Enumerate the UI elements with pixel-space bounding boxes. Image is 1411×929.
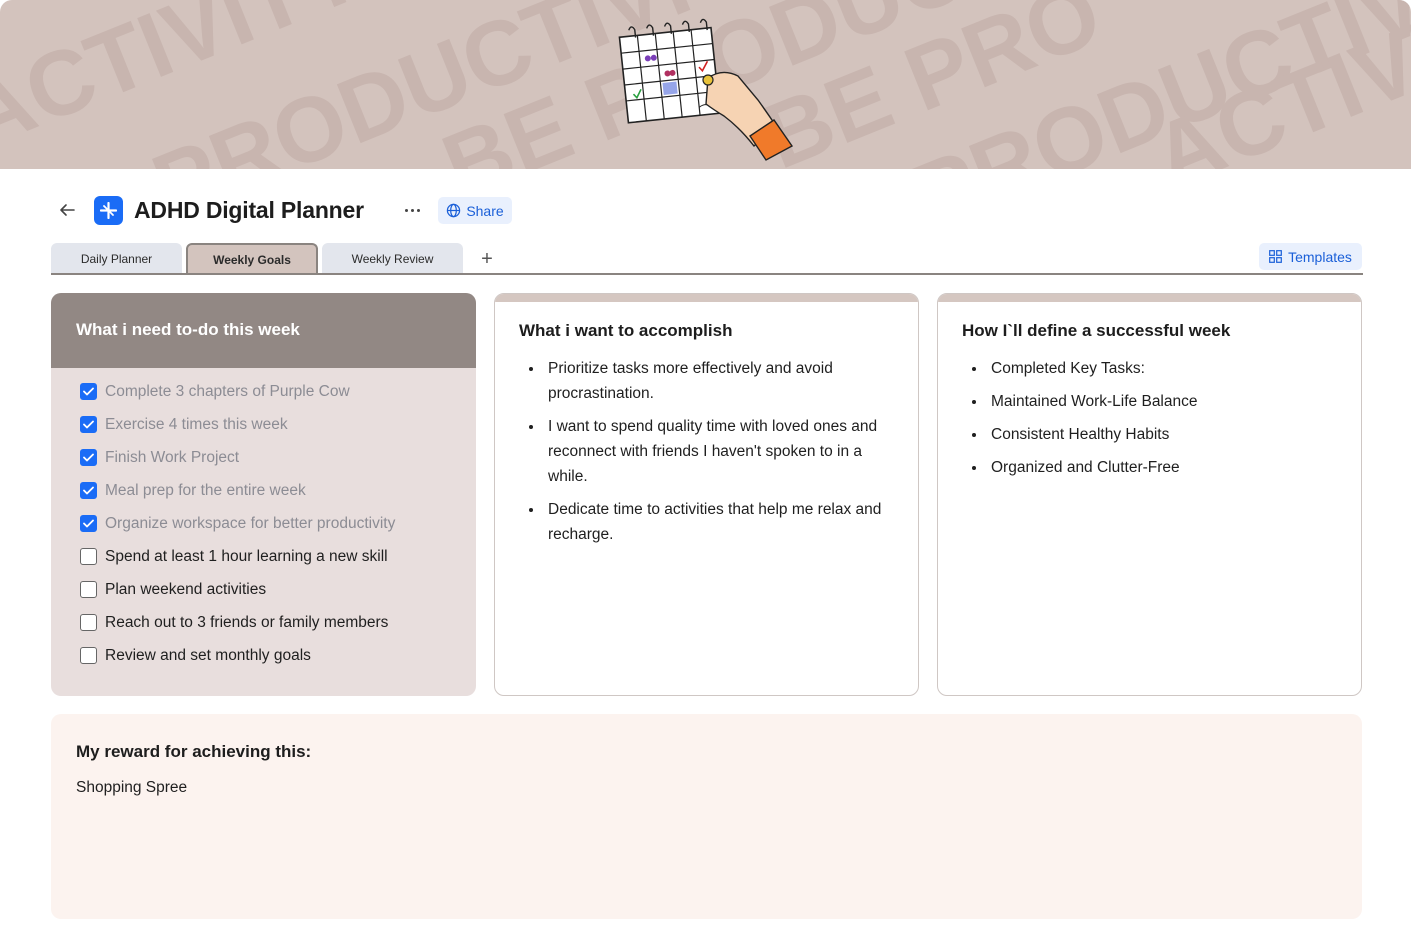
todo-card: What i need to-do this week Complete 3 c… [51,293,476,696]
reward-section: My reward for achieving this: Shopping S… [51,714,1362,919]
checkbox-unchecked[interactable] [80,581,97,598]
todo-item[interactable]: Review and set monthly goals [51,639,476,672]
checkbox-checked[interactable] [80,482,97,499]
globe-icon [447,203,461,218]
share-label: Share [466,202,504,219]
reward-text[interactable]: Shopping Spree [76,779,187,797]
check-icon [83,519,94,528]
checkbox-checked[interactable] [80,515,97,532]
tab-weekly-goals[interactable]: Weekly Goals [186,243,318,274]
todo-item[interactable]: Complete 3 chapters of Purple Cow [51,375,476,408]
more-options-button[interactable] [400,200,424,220]
todo-item-text: Reach out to 3 friends or family members [105,613,389,631]
reward-title: My reward for achieving this: [76,742,312,761]
dot [410,208,414,212]
accomplish-card: What i want to accomplish Prioritize tas… [494,293,919,696]
sparkle-icon [100,202,117,219]
todo-item[interactable]: Spend at least 1 hour learning a new ski… [51,540,476,573]
todo-card-title: What i need to-do this week [51,293,476,368]
share-button[interactable]: Share [438,197,512,224]
todo-item-text: Review and set monthly goals [105,646,311,664]
grid-icon [1269,250,1282,263]
app-icon [94,196,123,225]
tab-weekly-review[interactable]: Weekly Review [322,243,463,274]
todo-item[interactable]: Exercise 4 times this week [51,408,476,441]
checkbox-unchecked[interactable] [80,548,97,565]
todo-item-text: Spend at least 1 hour learning a new ski… [105,547,388,565]
page-title: ADHD Digital Planner [134,197,364,223]
list-item: I want to spend quality time with loved … [519,414,888,489]
templates-button[interactable]: Templates [1259,243,1362,270]
list-item: Completed Key Tasks: [962,356,1331,381]
todo-item[interactable]: Meal prep for the entire week [51,474,476,507]
todo-item[interactable]: Reach out to 3 friends or family members [51,606,476,639]
checkbox-checked[interactable] [80,416,97,433]
dot [404,208,408,212]
checkbox-unchecked[interactable] [80,614,97,631]
todo-item[interactable]: Organize workspace for better productivi… [51,507,476,540]
add-tab-button[interactable]: + [478,249,496,269]
arrow-left-icon [60,204,75,216]
checkbox-unchecked[interactable] [80,647,97,664]
dot [416,208,420,212]
checkbox-checked[interactable] [80,449,97,466]
todo-item-text: Complete 3 chapters of Purple Cow [105,382,350,400]
back-button[interactable] [56,199,78,221]
cover-banner: ACTIVITY PRODUCTIVITY BE PRODUCTIVE BE P… [0,0,1411,169]
todo-item-text: Finish Work Project [105,448,240,466]
todo-item-text: Exercise 4 times this week [105,415,288,433]
todo-item-text: Plan weekend activities [105,580,267,598]
check-icon [83,453,94,462]
checkbox-checked[interactable] [80,383,97,400]
list-item: Maintained Work-Life Balance [962,389,1331,414]
check-icon [83,486,94,495]
todo-item-text: Organize workspace for better productivi… [105,514,396,532]
templates-label: Templates [1288,248,1352,265]
todo-item[interactable]: Finish Work Project [51,441,476,474]
check-icon [83,387,94,396]
todo-item[interactable]: Plan weekend activities [51,573,476,606]
todo-item-text: Meal prep for the entire week [105,481,306,499]
success-card: How I`ll define a successful week Comple… [937,293,1362,696]
success-card-title: How I`ll define a successful week [962,321,1231,340]
tabs-divider [51,273,1363,275]
tab-daily-planner[interactable]: Daily Planner [51,243,182,274]
success-list: Completed Key Tasks: Maintained Work-Lif… [962,356,1331,488]
accomplish-list: Prioritize tasks more effectively and av… [519,356,888,555]
check-icon [83,420,94,429]
list-item: Dedicate time to activities that help me… [519,497,888,547]
todo-list: Complete 3 chapters of Purple Cow Exercis… [51,368,476,672]
accomplish-card-title: What i want to accomplish [519,321,733,340]
list-item: Prioritize tasks more effectively and av… [519,356,888,406]
list-item: Organized and Clutter-Free [962,455,1331,480]
calendar-hand-illustration [618,18,794,161]
list-item: Consistent Healthy Habits [962,422,1331,447]
